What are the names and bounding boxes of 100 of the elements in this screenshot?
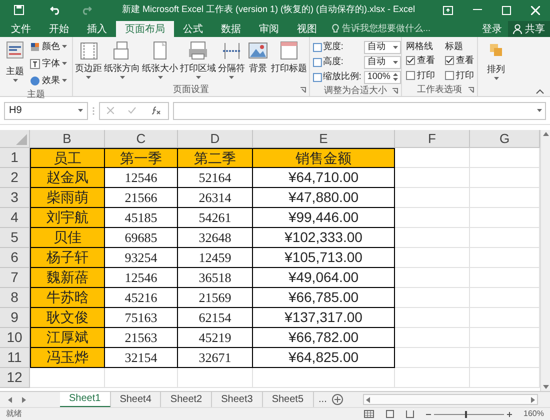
checkbox-label: 查看 <box>456 54 474 67</box>
checkbox[interactable] <box>406 56 415 65</box>
maximize-icon[interactable] <box>502 6 511 14</box>
ribbon-tab[interactable]: 公式 <box>174 21 212 37</box>
page-break-view-icon[interactable] <box>406 410 414 418</box>
row-header[interactable]: 11 <box>0 348 30 368</box>
checkbox[interactable] <box>445 56 454 65</box>
table-cell: ¥102,333.00 <box>253 228 395 248</box>
row-header[interactable]: 7 <box>0 268 30 288</box>
column-header[interactable]: B <box>30 130 105 148</box>
row-header[interactable]: 1 <box>0 148 30 168</box>
tell-me-field[interactable]: 告诉我您想要做什么... <box>342 22 454 36</box>
row-header[interactable]: 5 <box>0 228 30 248</box>
column-header[interactable]: F <box>395 130 470 148</box>
ribbon-tab[interactable]: 开始 <box>40 21 78 37</box>
collapse-ribbon-icon[interactable] <box>536 89 544 94</box>
column-header[interactable]: C <box>105 130 178 148</box>
arrange-button[interactable]: 排列 <box>486 40 506 80</box>
page-setup-button[interactable]: 纸张方向 <box>103 40 141 78</box>
undo-icon[interactable] <box>50 5 62 15</box>
table-cell: 21569 <box>178 288 253 308</box>
zoom-slider[interactable] <box>434 410 504 418</box>
table-cell: 牛苏晗 <box>30 288 105 308</box>
save-icon[interactable] <box>14 5 24 15</box>
table-cell: 54261 <box>178 208 253 228</box>
row-header[interactable]: 3 <box>0 188 30 208</box>
scale-field[interactable]: 自动 <box>364 40 401 54</box>
column-header[interactable]: G <box>470 130 540 148</box>
ribbon-tab[interactable]: 数据 <box>212 21 250 37</box>
row-header[interactable]: 2 <box>0 168 30 188</box>
theme-option-button[interactable]: 字体 <box>30 56 67 71</box>
vertical-scrollbar[interactable] <box>540 130 550 391</box>
zoom-level[interactable]: 160% <box>524 408 544 420</box>
more-sheets-button[interactable]: ... <box>314 392 332 407</box>
checkbox[interactable] <box>445 71 454 80</box>
ribbon-tab[interactable]: 视图 <box>288 21 326 37</box>
minimize-icon[interactable] <box>473 9 482 11</box>
window-title: 新建 Microsoft Excel 工作表 (version 1) (恢复的) (自动保存的).xlsx - Excel <box>122 3 416 16</box>
scroll-down-icon[interactable] <box>542 385 548 389</box>
ribbon-tab[interactable]: 文件 <box>2 21 40 37</box>
page-setup-button[interactable]: 打印区域 <box>179 40 217 78</box>
row-header[interactable]: 9 <box>0 308 30 328</box>
normal-view-icon[interactable] <box>364 410 374 418</box>
row-header[interactable]: 6 <box>0 248 30 268</box>
checkbox[interactable] <box>406 71 415 80</box>
person-icon <box>513 24 522 34</box>
column-header[interactable]: D <box>178 130 253 148</box>
close-icon[interactable] <box>531 6 540 14</box>
scale-field[interactable]: 100% <box>364 70 401 84</box>
dialog-launcher-icon[interactable] <box>468 87 474 93</box>
row-header[interactable]: 10 <box>0 328 30 348</box>
scroll-up-icon[interactable] <box>542 132 548 136</box>
caret-icon <box>537 109 542 112</box>
dialog-launcher-icon[interactable] <box>300 87 306 93</box>
sheet-tab[interactable]: Sheet1 <box>60 392 111 408</box>
column-header[interactable]: E <box>253 130 395 148</box>
next-sheet-icon[interactable] <box>22 396 26 402</box>
ribbon-display-icon[interactable] <box>443 6 453 14</box>
ribbon-tab[interactable]: 审阅 <box>250 21 288 37</box>
row-header[interactable]: 8 <box>0 288 30 308</box>
dialog-launcher-icon[interactable] <box>392 88 398 94</box>
previous-sheet-icon[interactable] <box>8 396 12 402</box>
scale-field[interactable]: 自动 <box>364 56 401 68</box>
page-setup-button[interactable]: 分隔符 <box>217 40 246 78</box>
row-header[interactable]: 4 <box>0 208 30 228</box>
add-sheet-icon[interactable] <box>332 394 343 405</box>
formula-field[interactable] <box>173 102 546 120</box>
table-cell: 75163 <box>105 308 178 328</box>
sign-in-link[interactable]: 登录 <box>476 22 508 36</box>
effects-icon <box>30 76 40 86</box>
color-swatch-icon <box>30 42 40 52</box>
slider-thumb[interactable] <box>465 410 468 418</box>
field-label: 宽度: <box>322 40 344 54</box>
table-cell: 45219 <box>178 328 253 348</box>
status-text: 就绪 <box>6 408 22 420</box>
theme-option-button[interactable]: 效果 <box>30 73 67 88</box>
page-setup-button[interactable]: 打印标题 <box>270 40 308 76</box>
table-cell: 93254 <box>105 248 178 268</box>
function-icon[interactable] <box>150 106 161 115</box>
theme-option-button[interactable]: 颜色 <box>30 39 67 54</box>
table-cell: 江厚斌 <box>30 328 105 348</box>
scroll-right-icon[interactable] <box>531 396 535 402</box>
name-box[interactable]: H9 <box>4 102 88 120</box>
page-setup-button[interactable]: 纸张大小 <box>141 40 179 78</box>
spinner-icon[interactable] <box>393 73 398 81</box>
row-header[interactable]: 12 <box>0 368 30 388</box>
table-cell: 26314 <box>178 188 253 208</box>
page-layout-view-icon[interactable] <box>386 410 394 418</box>
horizontal-scrollbar[interactable] <box>362 394 538 405</box>
ribbon-tab[interactable]: 插入 <box>78 21 116 37</box>
table-cell: 45185 <box>105 208 178 228</box>
table-cell: ¥49,064.00 <box>253 268 395 288</box>
page-setup-button[interactable]: 页边距 <box>74 40 103 78</box>
ribbon-tab[interactable]: 页面布局 <box>116 21 174 37</box>
zoom-in-icon[interactable] <box>506 412 512 416</box>
scroll-left-icon[interactable] <box>366 396 370 402</box>
share-button[interactable]: 共享 <box>508 20 550 38</box>
themes-button[interactable]: 主题 <box>3 40 27 82</box>
caret-icon <box>78 109 83 112</box>
page-setup-button[interactable]: 背景 <box>246 40 270 76</box>
